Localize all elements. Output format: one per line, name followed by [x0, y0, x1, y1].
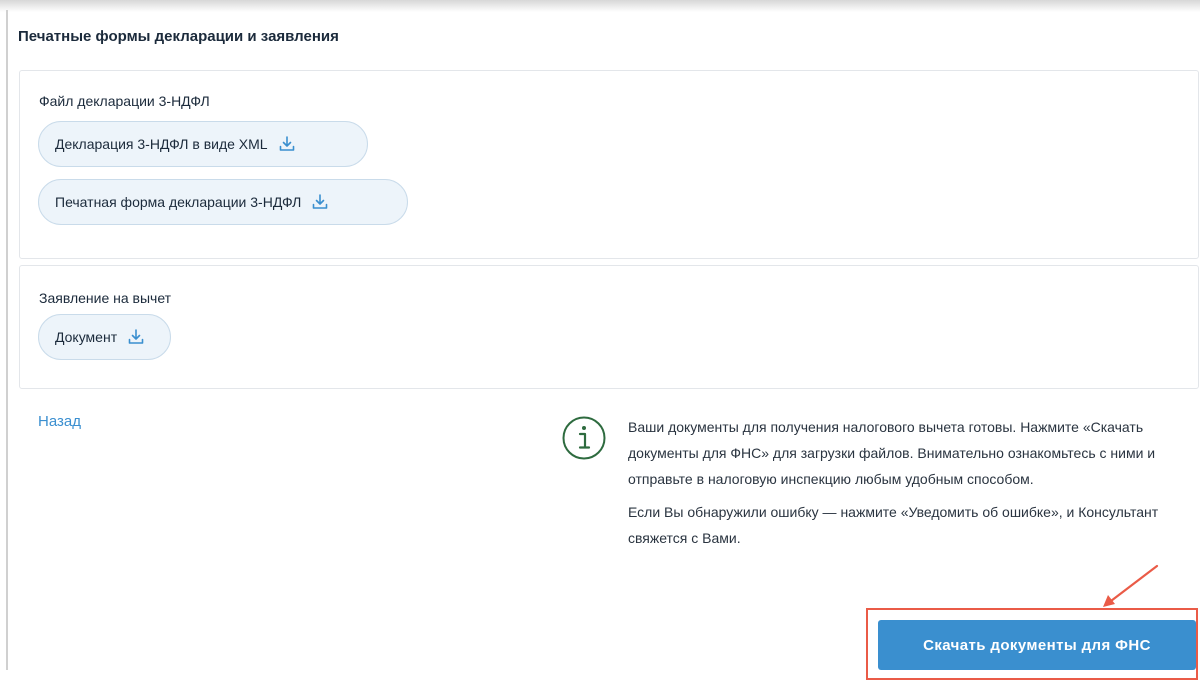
- info-icon: [562, 416, 606, 460]
- info-message: Ваши документы для получения налогового …: [628, 414, 1188, 558]
- download-print-form-button[interactable]: Печатная форма декларации 3-НДФЛ: [38, 179, 408, 225]
- declaration-file-label: Файл декларации 3-НДФЛ: [39, 93, 210, 109]
- deduction-application-card: Заявление на вычет Документ: [19, 265, 1199, 389]
- annotation-arrow: [1103, 564, 1159, 607]
- deduction-application-label: Заявление на вычет: [39, 290, 172, 306]
- download-icon: [313, 194, 328, 209]
- section-title: Печатные формы декларации и заявления: [18, 28, 339, 45]
- info-paragraph-error: Если Вы обнаружили ошибку — нажмите «Уве…: [628, 504, 1159, 546]
- download-xml-label: Декларация 3-НДФЛ в виде XML: [55, 136, 268, 152]
- download-icon: [279, 136, 294, 151]
- top-shadow: [0, 0, 1200, 12]
- download-icon: [128, 329, 144, 344]
- download-document-button[interactable]: Документ: [38, 314, 171, 360]
- back-link[interactable]: Назад: [38, 413, 81, 430]
- download-print-form-label: Печатная форма декларации 3-НДФЛ: [55, 194, 302, 210]
- download-document-label: Документ: [55, 329, 118, 345]
- download-xml-button[interactable]: Декларация 3-НДФЛ в виде XML: [38, 121, 368, 167]
- info-paragraph-ready: Ваши документы для получения налогового …: [628, 419, 1156, 487]
- left-divider: [6, 10, 8, 670]
- download-fns-documents-button[interactable]: Скачать документы для ФНС: [878, 620, 1196, 670]
- declaration-file-card: Файл декларации 3-НДФЛ Декларация 3-НДФЛ…: [19, 70, 1199, 259]
